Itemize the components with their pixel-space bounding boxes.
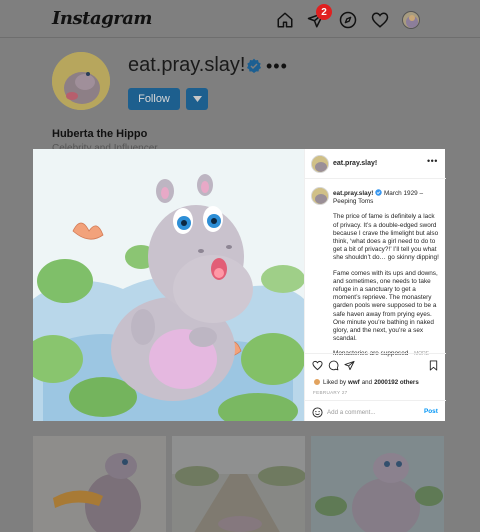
explore-icon[interactable] (339, 11, 357, 29)
post-caption: eat.pray.slay! March 1929 – Peeping Toms… (333, 189, 439, 366)
chevron-down-icon (192, 96, 202, 102)
post-author-avatar[interactable] (311, 155, 329, 173)
caption-area: eat.pray.slay! March 1929 – Peeping Toms… (305, 179, 446, 381)
caption-paragraph: Fame comes with its ups and downs, and s… (333, 269, 438, 343)
like-heart-icon[interactable] (312, 360, 323, 371)
comment-icon[interactable] (328, 360, 339, 371)
caption-username[interactable]: eat.pray.slay! (333, 190, 373, 197)
post-sidebar: eat.pray.slay! ••• eat.pray.slay! March … (304, 149, 446, 421)
profile-display-name: Huberta the Hippo (52, 128, 148, 140)
comment-input[interactable] (327, 406, 419, 418)
suggested-dropdown-button[interactable] (186, 88, 208, 110)
post-modal: eat.pray.slay! ••• eat.pray.slay! March … (33, 149, 446, 421)
top-navigation-bar: Instagram 2 (0, 0, 480, 38)
grid-post-thumbnail[interactable] (311, 436, 444, 532)
post-date[interactable]: FEBRUARY 27 (313, 390, 348, 395)
verified-icon (247, 58, 261, 73)
likes-prefix: Liked by (323, 378, 347, 386)
notification-badge: 2 (316, 4, 332, 20)
post-comment-button[interactable]: Post (424, 408, 438, 415)
grid-post-thumbnail[interactable] (33, 436, 166, 532)
bookmark-icon[interactable] (428, 360, 439, 371)
post-header: eat.pray.slay! ••• (305, 149, 446, 179)
profile-username: eat.pray.slay! (128, 54, 246, 76)
profile-avatar[interactable] (52, 52, 110, 110)
post-options-button[interactable]: ••• (427, 156, 438, 166)
post-author-username[interactable]: eat.pray.slay! (333, 160, 377, 167)
instagram-logo[interactable]: Instagram (52, 8, 152, 29)
caption-paragraph: The price of fame is definitely a lack o… (333, 213, 439, 262)
nav-profile-avatar[interactable] (402, 11, 420, 29)
post-actions: Liked by wwf and 2000192 others FEBRUARY… (305, 353, 446, 421)
heart-icon[interactable] (371, 11, 389, 29)
caption-author-avatar[interactable] (311, 187, 329, 205)
follow-button[interactable]: Follow (128, 88, 180, 110)
post-image[interactable] (33, 149, 304, 421)
home-icon[interactable] (276, 11, 294, 29)
verified-icon (375, 189, 382, 196)
post-illustration (33, 149, 304, 421)
liker-avatar[interactable] (313, 378, 321, 386)
share-icon[interactable] (344, 360, 355, 371)
likes-count[interactable]: 2000192 others (374, 379, 419, 386)
grid-post-thumbnail[interactable] (172, 436, 305, 532)
comment-composer: Post (305, 400, 446, 422)
profile-more-options[interactable]: ••• (266, 56, 288, 77)
likes-connector: and (361, 378, 373, 386)
liker-username[interactable]: wwf (348, 379, 360, 386)
likes-summary: Liked by wwf and 2000192 others (313, 378, 419, 386)
emoji-icon[interactable] (312, 407, 323, 418)
